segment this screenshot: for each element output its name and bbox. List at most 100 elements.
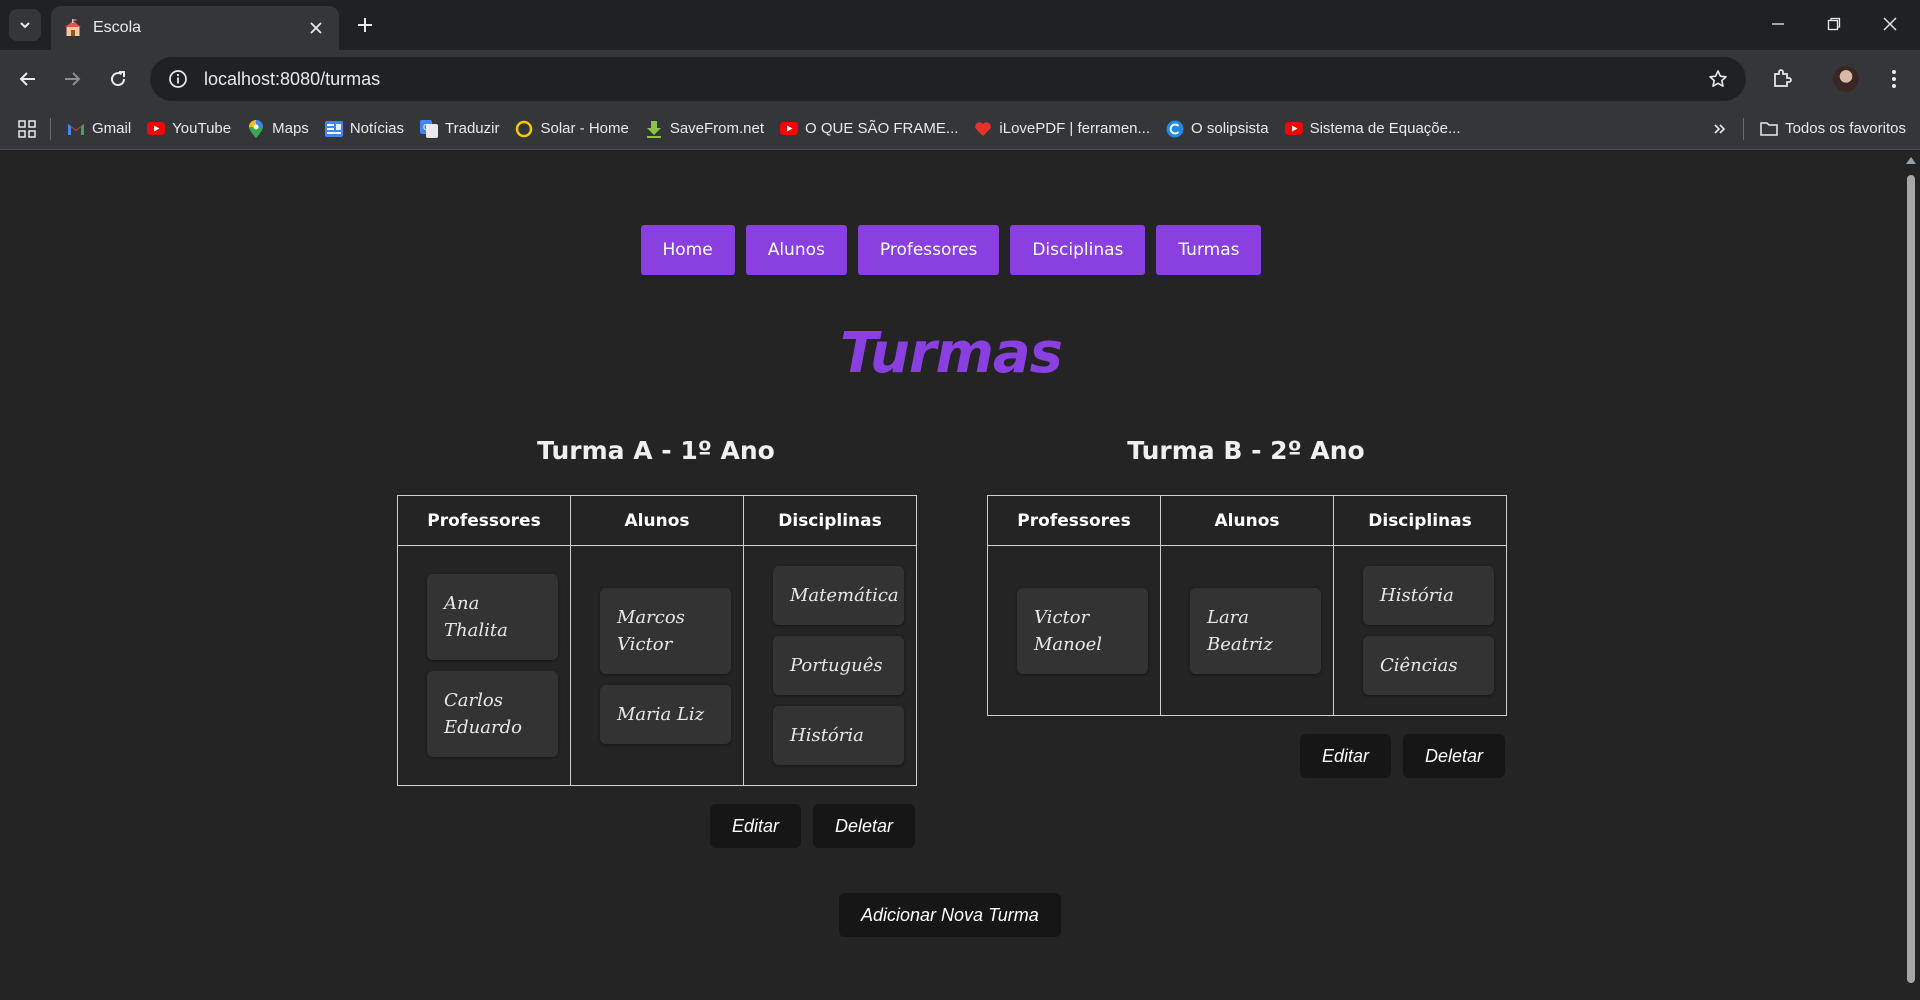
bookmark-youtube[interactable]: YouTube [139, 114, 239, 144]
bookmark-traduzir[interactable]: G Traduzir [412, 114, 507, 144]
page-scrollbar[interactable] [1902, 151, 1920, 1000]
nav-disciplinas[interactable]: Disciplinas [1010, 225, 1146, 275]
bookmark-ilovepdf[interactable]: iLovePDF | ferramen... [966, 114, 1158, 144]
header-disciplinas: Disciplinas [1333, 495, 1507, 546]
scroll-thumb[interactable] [1907, 175, 1915, 983]
table-header-row: Professores Alunos Disciplinas [987, 495, 1507, 546]
main-nav: Home Alunos Professores Disciplinas Turm… [0, 225, 1902, 275]
disciplina-chip: Matemática [773, 566, 904, 625]
url-text[interactable]: localhost:8080/turmas [204, 69, 1696, 90]
header-alunos: Alunos [1160, 495, 1334, 546]
disciplinas-cell: Matemática Português História [743, 545, 917, 786]
minimize-button[interactable] [1750, 0, 1806, 48]
bookmark-label: SaveFrom.net [669, 120, 765, 137]
nav-home[interactable]: Home [640, 225, 735, 275]
tab-title: Escola [93, 19, 142, 36]
close-icon [1883, 17, 1897, 31]
disciplina-chip: Ciências [1363, 636, 1494, 695]
tab-escola[interactable]: Escola [51, 6, 339, 50]
reload-icon [111, 71, 126, 87]
aluno-chip: Maria Liz [600, 684, 731, 744]
nav-alunos[interactable]: Alunos [745, 225, 847, 275]
professor-chip: Victor Manoel [1017, 587, 1148, 674]
maps-icon [247, 119, 265, 138]
plus-icon [358, 18, 372, 32]
nav-professores[interactable]: Professores [857, 225, 1000, 275]
bookmark-solar[interactable]: Solar - Home [507, 114, 636, 144]
edit-button[interactable]: Editar [709, 804, 801, 848]
back-button[interactable] [12, 63, 44, 95]
more-vert-icon [1892, 70, 1896, 88]
translate-icon: G [420, 119, 438, 138]
bookmark-star-icon[interactable] [1696, 57, 1740, 101]
header-professores: Professores [987, 495, 1161, 546]
all-bookmarks-folder[interactable]: Todos os favoritos [1752, 114, 1914, 144]
scroll-up-arrow-icon[interactable] [1906, 157, 1916, 164]
reload-button[interactable] [102, 63, 134, 95]
bookmark-label: iLovePDF | ferramen... [999, 120, 1151, 137]
disciplina-chip: História [773, 706, 904, 765]
bookmark-frameworks[interactable]: O QUE SÃO FRAME... [772, 114, 966, 144]
puzzle-icon [1774, 69, 1792, 87]
menu-button[interactable] [1878, 63, 1910, 95]
bookmarks-bar: Gmail YouTube Maps Notícias G Traduzir S… [0, 108, 1920, 150]
add-turma-button[interactable]: Adicionar Nova Turma [839, 893, 1061, 937]
restore-button[interactable] [1806, 0, 1862, 48]
professor-chip: Ana Thalita [427, 574, 558, 660]
close-window-button[interactable] [1862, 0, 1918, 48]
arrow-left-icon [19, 72, 35, 86]
page-title: Turmas [840, 321, 1063, 386]
bookmark-label: Traduzir [445, 120, 500, 137]
arrow-right-icon [65, 72, 81, 86]
header-professores: Professores [397, 495, 571, 546]
bookmark-savefrom[interactable]: SaveFrom.net [637, 114, 772, 144]
download-icon [645, 120, 663, 138]
site-info-icon[interactable] [156, 57, 200, 101]
avatar [1833, 66, 1859, 92]
turma-title: Turma B - 2º Ano [1127, 436, 1365, 465]
page-content: Home Alunos Professores Disciplinas Turm… [0, 151, 1902, 1000]
bookmark-gmail[interactable]: Gmail [59, 114, 139, 144]
new-tab-button[interactable] [352, 12, 378, 38]
tab-search-button[interactable] [9, 9, 41, 41]
more-bookmarks-button[interactable] [1705, 114, 1735, 144]
profile-button[interactable] [1830, 63, 1862, 95]
apps-button[interactable] [12, 114, 42, 144]
extensions-button[interactable] [1766, 63, 1798, 95]
folder-icon [1760, 120, 1778, 138]
gmail-icon [67, 120, 85, 138]
alunos-cell: Lara Beatriz [1160, 545, 1334, 716]
delete-button[interactable]: Deletar [812, 804, 915, 848]
bookmark-maps[interactable]: Maps [239, 114, 317, 144]
bookmark-label: Gmail [92, 120, 132, 137]
table-row: Ana Thalita Carlos Eduardo Marcos Victor… [397, 545, 917, 786]
bookmark-label: Sistema de Equaçõe... [1309, 120, 1461, 137]
circle-icon [515, 120, 533, 138]
school-icon [65, 19, 81, 36]
youtube-icon [1284, 120, 1303, 138]
alunos-cell: Marcos Victor Maria Liz [570, 545, 744, 786]
delete-button[interactable]: Deletar [1402, 734, 1505, 778]
bookmarks-separator [50, 117, 51, 140]
forward-button[interactable] [56, 63, 88, 95]
all-bookmarks-label: Todos os favoritos [1785, 120, 1906, 137]
bookmark-label: Solar - Home [540, 120, 629, 137]
c-icon [1166, 120, 1184, 138]
svg-text:G: G [423, 123, 429, 132]
nav-turmas[interactable]: Turmas [1156, 225, 1262, 275]
professores-cell: Victor Manoel [987, 545, 1161, 716]
chevron-down-icon [20, 22, 30, 29]
news-icon [324, 120, 343, 138]
close-tab-icon[interactable] [305, 17, 327, 39]
tab-strip: Escola [0, 0, 1920, 50]
bookmark-sistema-equacoes[interactable]: Sistema de Equaçõe... [1277, 114, 1469, 144]
aluno-chip: Lara Beatriz [1190, 587, 1321, 674]
bookmark-solipsista[interactable]: O solipsista [1158, 114, 1277, 144]
bookmark-noticias[interactable]: Notícias [317, 114, 412, 144]
bookmark-label: YouTube [172, 120, 232, 137]
turma-card: Turma B - 2º Ano Professores Alunos Disc… [987, 433, 1507, 778]
address-bar[interactable]: localhost:8080/turmas [150, 57, 1746, 101]
bookmark-label: Maps [272, 120, 309, 137]
youtube-icon [780, 120, 799, 138]
edit-button[interactable]: Editar [1299, 734, 1391, 778]
